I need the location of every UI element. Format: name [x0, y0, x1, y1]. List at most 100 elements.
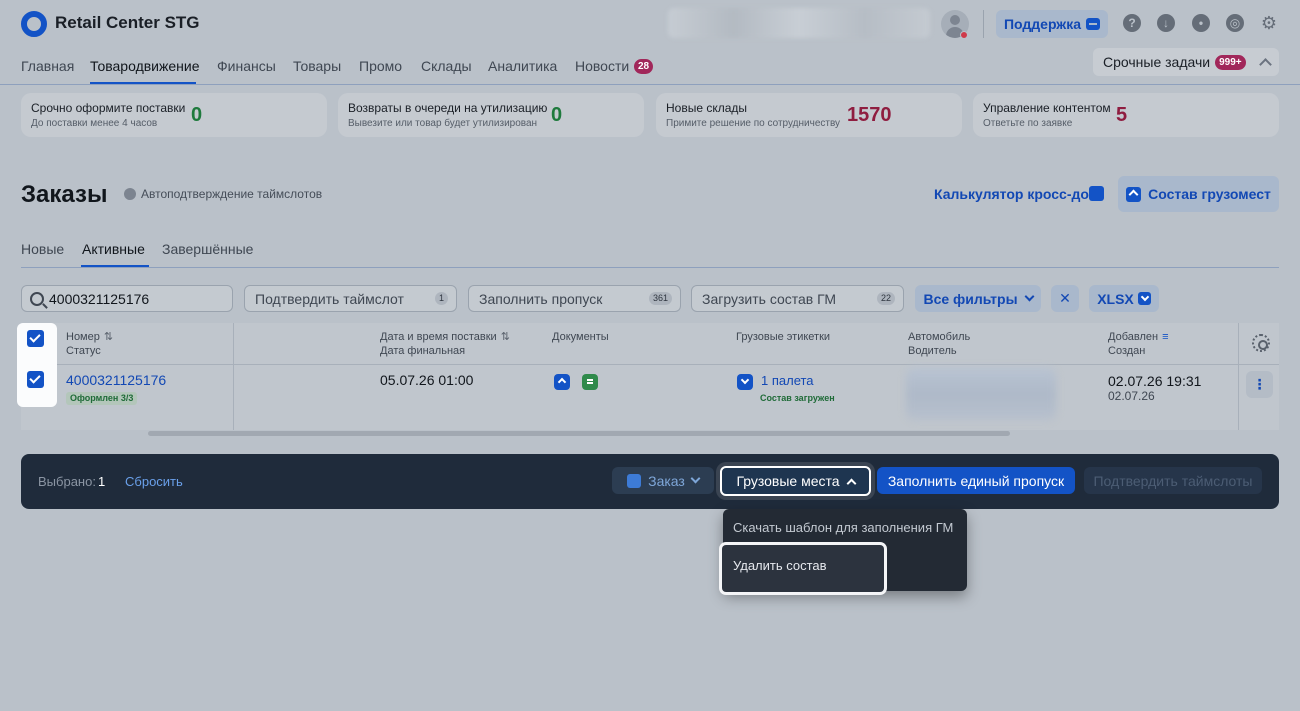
- chevron-up-icon: [846, 478, 856, 488]
- cargo-places-menu-button[interactable]: Грузовые места: [720, 466, 871, 496]
- support-button[interactable]: Поддержка: [996, 10, 1108, 38]
- created-date: 02.07.26: [1108, 389, 1155, 403]
- urgent-tasks-label: Срочные задачи: [1103, 54, 1211, 70]
- crossdock-calculator-link[interactable]: Калькулятор кросс-док: [934, 186, 1096, 202]
- chevron-up-icon: [1258, 58, 1272, 71]
- nav-item-home[interactable]: Главная: [21, 58, 74, 74]
- order-menu-button[interactable]: Заказ: [612, 467, 714, 494]
- fill-single-pass-button[interactable]: Заполнить единый пропуск: [877, 467, 1075, 494]
- select-all-checkbox[interactable]: [27, 330, 44, 347]
- column-header-number[interactable]: Номер ⇅ Статус: [66, 330, 113, 358]
- row-checkbox[interactable]: [27, 371, 44, 388]
- tab-completed[interactable]: Завершённые: [162, 241, 253, 257]
- check-badge-icon: [124, 188, 136, 200]
- filter-fill-pass[interactable]: Заполнить пропуск 361: [468, 285, 681, 312]
- header-divider: [983, 10, 984, 38]
- column-header-docs: Документы: [552, 331, 609, 343]
- card-new-warehouses[interactable]: Новые склады Примите решение по сотрудни…: [656, 93, 962, 137]
- selected-label: Выбрано:: [38, 474, 96, 489]
- added-datetime: 02.07.26 19:31: [1108, 373, 1202, 389]
- all-filters-button[interactable]: Все фильтры: [915, 285, 1041, 312]
- reset-selection-link[interactable]: Сбросить: [125, 474, 183, 489]
- nav-item-news[interactable]: Новости: [575, 58, 629, 74]
- header-created-label: Создан: [1108, 345, 1146, 357]
- dropdown-item-download-template[interactable]: Скачать шаблон для заполнения ГМ: [733, 520, 953, 535]
- urgent-tasks-badge: 999+: [1215, 54, 1246, 70]
- auto-confirm-label[interactable]: Автоподтверждение таймслотов: [141, 187, 322, 201]
- user-name-redacted: [668, 8, 930, 38]
- help-icon[interactable]: ?: [1123, 14, 1141, 32]
- header-driver-label: Водитель: [908, 345, 957, 357]
- download-icon: [1137, 292, 1151, 305]
- order-number-link[interactable]: 4000321125176: [66, 372, 166, 388]
- nav-item-products[interactable]: Товары: [293, 58, 341, 74]
- cargo-label-link[interactable]: 1 палета: [761, 373, 814, 388]
- column-header-added[interactable]: Добавлен ≡ Создан: [1108, 330, 1168, 358]
- download-icon[interactable]: ↓: [1157, 14, 1175, 32]
- tabs-divider: [21, 267, 1279, 268]
- column-divider: [233, 323, 234, 430]
- nav-item-warehouses[interactable]: Склады: [421, 58, 472, 74]
- column-header-date[interactable]: Дата и время поставки ⇅ Дата финальная: [380, 330, 510, 358]
- card-value: 5: [1116, 104, 1128, 126]
- header-car-label: Автомобиль: [908, 331, 971, 343]
- card-subtitle: Ответьте по заявке: [983, 118, 1073, 129]
- filter-label: Загрузить состав ГМ: [702, 290, 837, 307]
- xlsx-export-button[interactable]: XLSX: [1089, 285, 1159, 312]
- header-date-label: Дата и время поставки: [380, 331, 497, 343]
- globe-icon[interactable]: ◎: [1226, 14, 1244, 32]
- cargo-composition-button[interactable]: Состав грузомест: [1118, 176, 1279, 212]
- column-divider: [1238, 323, 1239, 430]
- horizontal-scrollbar[interactable]: [148, 431, 1010, 436]
- card-title: Срочно оформите поставки: [31, 101, 186, 115]
- table-header-divider: [21, 364, 1279, 365]
- card-title: Управление контентом: [983, 101, 1111, 115]
- filter-count: 361: [648, 292, 672, 305]
- sort-icon[interactable]: ⇅: [501, 330, 510, 344]
- filter-label: Заполнить пропуск: [479, 290, 603, 307]
- row-menu-button[interactable]: ⋮: [1246, 371, 1273, 398]
- urgent-tasks-button[interactable]: Срочные задачи 999+: [1093, 48, 1279, 76]
- column-header-labels: Грузовые этикетки: [736, 331, 831, 343]
- confirm-timeslots-button[interactable]: Подтвердить таймслоты: [1084, 467, 1262, 494]
- calculator-icon[interactable]: [1089, 186, 1104, 201]
- order-icon: [627, 473, 642, 488]
- card-urgent-supplies[interactable]: Срочно оформите поставки До поставки мен…: [21, 93, 327, 137]
- download-label-icon[interactable]: [737, 374, 753, 390]
- cargo-composition-label: Состав грузомест: [1148, 186, 1271, 202]
- card-value: 0: [191, 104, 203, 126]
- header-added-label: Добавлен: [1108, 331, 1159, 343]
- support-label: Поддержка: [1003, 16, 1082, 32]
- table-settings-icon[interactable]: [1252, 334, 1270, 352]
- card-title: Возвраты в очереди на утилизацию: [348, 101, 548, 115]
- nav-item-goods-movement[interactable]: Товародвижение: [90, 58, 200, 74]
- upload-doc-icon[interactable]: [554, 374, 570, 390]
- filter-label: Подтвердить таймслот: [255, 290, 404, 307]
- chat-icon: [1086, 18, 1101, 30]
- search-input[interactable]: 4000321125176: [21, 285, 233, 312]
- card-returns[interactable]: Возвраты в очереди на утилизацию Вывезит…: [338, 93, 644, 137]
- sort-icon[interactable]: ⇅: [104, 330, 113, 344]
- tab-active-indicator: [81, 265, 149, 267]
- header-date-final-label: Дата финальная: [380, 345, 466, 357]
- card-content-management[interactable]: Управление контентом Ответьте по заявке …: [973, 93, 1279, 137]
- card-value: 1570: [847, 104, 892, 126]
- sort-desc-icon[interactable]: ≡: [1162, 330, 1168, 344]
- app-title[interactable]: Retail Center STG: [55, 13, 200, 33]
- dropdown-item-delete-composition[interactable]: Удалить состав: [733, 558, 827, 573]
- filter-confirm-timeslot[interactable]: Подтвердить таймслот 1: [244, 285, 457, 312]
- gear-icon[interactable]: ⚙: [1260, 13, 1278, 33]
- news-badge: 28: [634, 59, 654, 74]
- nav-item-promo[interactable]: Промо: [359, 58, 402, 74]
- document-icon[interactable]: [582, 374, 598, 390]
- tab-new[interactable]: Новые: [21, 241, 64, 257]
- tab-active[interactable]: Активные: [82, 241, 145, 257]
- filter-upload-cargo[interactable]: Загрузить состав ГМ 22: [691, 285, 904, 312]
- bell-icon[interactable]: •: [1192, 14, 1210, 32]
- nav-divider: [0, 84, 1300, 85]
- filter-count: 22: [876, 292, 895, 305]
- nav-item-finance[interactable]: Финансы: [217, 58, 276, 74]
- clear-filters-button[interactable]: ✕: [1051, 285, 1079, 312]
- nav-item-analytics[interactable]: Аналитика: [488, 58, 557, 74]
- logo-icon[interactable]: [21, 11, 47, 37]
